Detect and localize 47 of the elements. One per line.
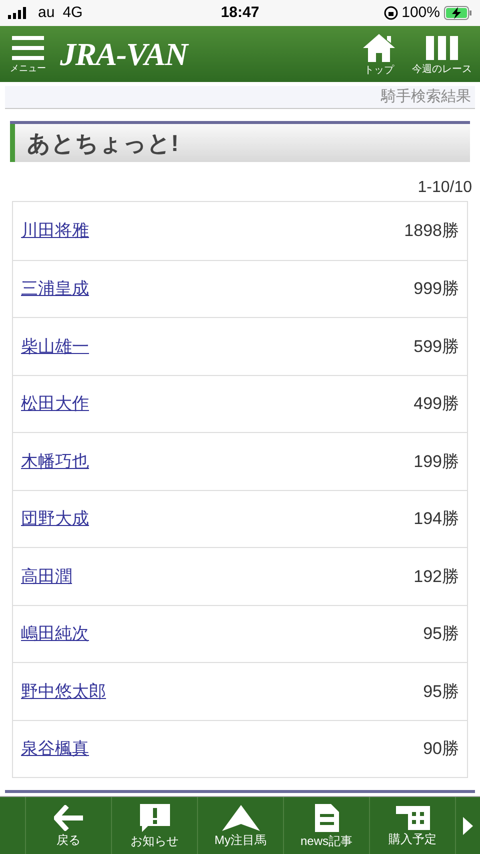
jockey-link[interactable]: 松田大作 xyxy=(21,391,89,416)
jockey-link[interactable]: 川田将雅 xyxy=(21,218,89,244)
section-heading: あとちょっと! xyxy=(10,124,470,162)
back-arrow-icon xyxy=(54,805,84,831)
menu-icon xyxy=(12,36,44,60)
breadcrumb-text: 騎手検索結果 xyxy=(381,86,471,107)
win-count: 194勝 xyxy=(414,508,459,530)
weekly-races-button[interactable]: 今週のレース xyxy=(412,34,472,74)
jockey-link[interactable]: 野中悠太郎 xyxy=(21,678,106,704)
jockey-link[interactable]: 高田潤 xyxy=(21,564,72,589)
home-button[interactable]: トップ xyxy=(354,32,404,76)
jockey-link[interactable]: 木幡巧也 xyxy=(21,448,89,474)
result-count: 1-10/10 xyxy=(418,178,472,198)
right-arrow-icon xyxy=(463,816,473,834)
home-icon xyxy=(362,32,396,62)
logo: JRA-VAN xyxy=(60,35,188,74)
win-count: 1898勝 xyxy=(404,220,459,242)
nav-button[interactable]: 購入予定 xyxy=(370,797,456,854)
jockey-link[interactable]: 泉谷楓真 xyxy=(21,736,89,762)
columns-icon xyxy=(426,34,458,62)
jockey-link[interactable]: 柴山雄一 xyxy=(21,334,89,359)
document-icon xyxy=(314,804,338,832)
win-count: 90勝 xyxy=(423,738,459,760)
win-count: 192勝 xyxy=(414,566,459,588)
win-count: 499勝 xyxy=(414,393,459,415)
win-count: 95勝 xyxy=(423,623,459,645)
jockey-link[interactable]: 三浦皇成 xyxy=(21,276,89,302)
triangle-icon xyxy=(222,805,260,831)
menu-button[interactable]: メニュー xyxy=(8,36,48,72)
win-count: 95勝 xyxy=(423,680,459,702)
win-count: 999勝 xyxy=(414,278,459,300)
clock-text: 18:47 xyxy=(220,4,260,21)
rotation-lock-icon xyxy=(384,6,398,20)
battery-charging-icon xyxy=(444,6,472,20)
exclamation-icon xyxy=(140,804,170,832)
nav-button[interactable]: 戻る xyxy=(26,797,112,854)
nav-button[interactable]: My注目馬 xyxy=(198,797,284,854)
carrier-text: au xyxy=(38,2,55,23)
battery-percent-text: 100% xyxy=(402,2,440,23)
jockey-link[interactable]: 団野大成 xyxy=(21,506,89,532)
nav-button[interactable]: news記事 xyxy=(284,797,370,854)
calendar-icon xyxy=(396,806,430,830)
nav-button[interactable]: お知らせ xyxy=(112,797,198,854)
network-text: 4G xyxy=(62,2,83,23)
jockey-link[interactable]: 嶋田純次 xyxy=(21,621,89,646)
win-count: 199勝 xyxy=(414,450,459,472)
win-count: 599勝 xyxy=(414,336,459,358)
